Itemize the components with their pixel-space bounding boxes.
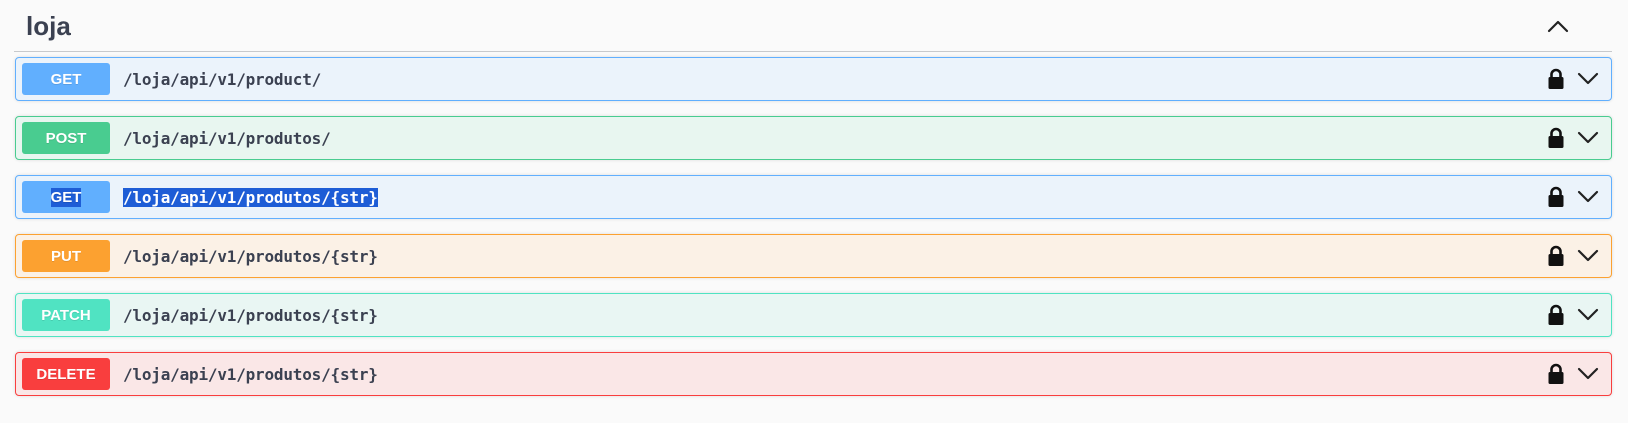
method-badge: POST (22, 122, 110, 154)
lock-icon[interactable] (1547, 245, 1565, 267)
lock-icon[interactable] (1547, 127, 1565, 149)
method-badge: PUT (22, 240, 110, 272)
opblock-get-product[interactable]: GET /loja/api/v1/product/ (15, 57, 1612, 101)
lock-icon[interactable] (1547, 68, 1565, 90)
chevron-down-icon[interactable] (1577, 131, 1599, 145)
endpoint-path[interactable]: /loja/api/v1/produtos/ (123, 129, 331, 148)
endpoint-path[interactable]: /loja/api/v1/produtos/{str} (123, 187, 378, 207)
chevron-down-icon[interactable] (1577, 249, 1599, 263)
chevron-down-icon[interactable] (1577, 367, 1599, 381)
opblock-post-produtos[interactable]: POST /loja/api/v1/produtos/ (15, 116, 1612, 160)
chevron-down-icon[interactable] (1577, 308, 1599, 322)
endpoint-path[interactable]: /loja/api/v1/produtos/{str} (123, 306, 378, 325)
opblock-put-produto[interactable]: PUT /loja/api/v1/produtos/{str} (15, 234, 1612, 278)
lock-icon[interactable] (1547, 304, 1565, 326)
tag-section-header[interactable]: loja (14, 0, 1612, 52)
method-badge: DELETE (22, 358, 110, 390)
method-badge: GET (22, 63, 110, 95)
method-badge: GET (22, 181, 110, 213)
opblock-delete-produto[interactable]: DELETE /loja/api/v1/produtos/{str} (15, 352, 1612, 396)
opblock-patch-produto[interactable]: PATCH /loja/api/v1/produtos/{str} (15, 293, 1612, 337)
endpoint-path[interactable]: /loja/api/v1/product/ (123, 70, 321, 89)
endpoint-path[interactable]: /loja/api/v1/produtos/{str} (123, 365, 378, 384)
lock-icon[interactable] (1547, 186, 1565, 208)
collapse-button[interactable] (1538, 6, 1578, 46)
endpoint-path[interactable]: /loja/api/v1/produtos/{str} (123, 247, 378, 266)
chevron-up-icon (1547, 20, 1569, 32)
method-badge: PATCH (22, 299, 110, 331)
tag-title: loja (26, 11, 71, 41)
lock-icon[interactable] (1547, 363, 1565, 385)
chevron-down-icon[interactable] (1577, 72, 1599, 86)
opblock-get-produto-by-id[interactable]: GET /loja/api/v1/produtos/{str} (15, 175, 1612, 219)
chevron-down-icon[interactable] (1577, 190, 1599, 204)
